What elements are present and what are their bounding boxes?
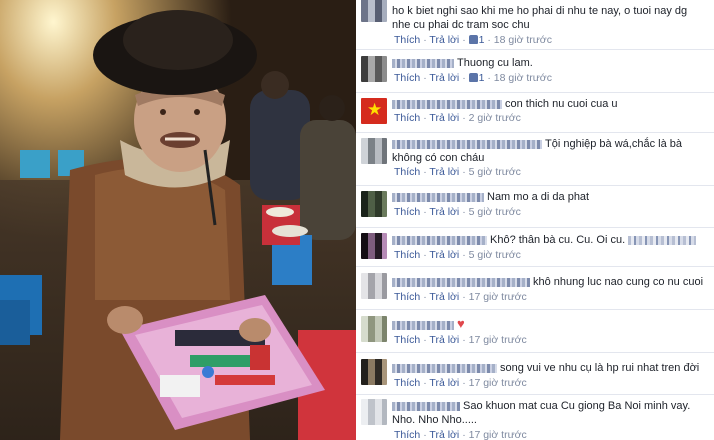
avatar[interactable] [361, 233, 387, 259]
reply-link[interactable]: Trả lời [429, 112, 459, 124]
comment-meta: Thích · Trả lời · 17 giờ trước [394, 429, 527, 440]
comment-meta: Thích · Trả lời · 5 giờ trước [394, 206, 521, 218]
comment-item: ★ con thich nu cuoi cua u Thích · Trả lờ… [356, 93, 714, 133]
user-name[interactable] [392, 277, 530, 287]
comment-time[interactable]: 17 giờ trước [469, 334, 527, 346]
user-name[interactable] [392, 401, 460, 411]
thumbs-up-icon [468, 73, 478, 82]
comment-time[interactable]: 17 giờ trước [469, 291, 527, 303]
reply-link[interactable]: Trả lời [429, 334, 459, 346]
like-link[interactable]: Thích [394, 249, 420, 261]
avatar-flag[interactable]: ★ [361, 98, 387, 124]
comment-text: con thich nu cuoi cua u [505, 98, 618, 110]
heart-icon: ♥ [457, 316, 465, 331]
comment-text: song vui ve nhu cụ là hp rui nhat tren đ… [500, 362, 700, 374]
avatar[interactable] [361, 273, 387, 299]
comment-meta: Thích · Trả lời · 5 giờ trước [394, 249, 521, 261]
comment-meta: Thích · Trả lời · 1 · 18 giờ trước [394, 72, 552, 84]
comment-text: Khô? thân bà cu. Cu. Oi cu. [490, 234, 626, 246]
comment-item: Tội nghiệp bà wá,chắc là bà không có con… [356, 133, 714, 186]
comment-meta: Thích · Trả lời · 1 · 18 giờ trước [394, 34, 552, 46]
user-name[interactable] [392, 235, 487, 245]
comment-meta: Thích · Trả lời · 17 giờ trước [394, 377, 527, 389]
like-link[interactable]: Thích [394, 34, 420, 46]
user-name[interactable] [392, 363, 497, 373]
like-link[interactable]: Thích [394, 166, 420, 178]
user-name[interactable] [392, 320, 454, 330]
like-link[interactable]: Thích [394, 334, 420, 346]
comment-meta: Thích · Trả lời · 5 giờ trước [394, 166, 521, 178]
user-name[interactable] [392, 192, 484, 202]
star-icon: ★ [367, 100, 383, 119]
reply-link[interactable]: Trả lời [429, 166, 459, 178]
avatar[interactable] [361, 191, 387, 217]
street-photo [0, 0, 356, 440]
like-link[interactable]: Thích [394, 72, 420, 84]
reply-link[interactable]: Trả lời [429, 206, 459, 218]
avatar[interactable] [361, 56, 387, 82]
comment-item: Nam mo a di da phat Thích · Trả lời · 5 … [356, 186, 714, 228]
user-name[interactable] [392, 99, 502, 109]
blurred-text [628, 235, 697, 245]
like-count[interactable]: 1 [468, 34, 484, 46]
comment-time[interactable]: 17 giờ trước [469, 377, 527, 389]
comment-time[interactable]: 18 giờ trước [494, 34, 552, 46]
reply-link[interactable]: Trả lời [429, 377, 459, 389]
comment-meta: Thích · Trả lời · 17 giờ trước [394, 291, 527, 303]
comment-time[interactable]: 5 giờ trước [469, 206, 521, 218]
comment-time[interactable]: 17 giờ trước [469, 429, 527, 440]
avatar[interactable] [361, 138, 387, 164]
reply-link[interactable]: Trả lời [429, 249, 459, 261]
comment-time[interactable]: 18 giờ trước [494, 72, 552, 84]
avatar[interactable] [361, 399, 387, 425]
comment-meta: Thích · Trả lời · 17 giờ trước [394, 334, 527, 346]
like-link[interactable]: Thích [394, 377, 420, 389]
thumbs-up-icon [468, 35, 478, 44]
comment-text: Nam mo a di da phat [487, 191, 590, 203]
comment-time[interactable]: 5 giờ trước [469, 166, 521, 178]
comment-text: khô nhung luc nao cung co nu cuoi [533, 276, 704, 288]
comment-text: Thuong cu lam. [457, 57, 533, 69]
comment-item: Khô? thân bà cu. Cu. Oi cu. Thích · Trả … [356, 228, 714, 267]
avatar[interactable] [361, 0, 387, 22]
comment-time[interactable]: 2 giờ trước [469, 112, 521, 124]
comment-time[interactable]: 5 giờ trước [469, 249, 521, 261]
reply-link[interactable]: Trả lời [429, 291, 459, 303]
like-count[interactable]: 1 [468, 72, 484, 84]
comments-panel: ho k biet nghi sao khi me ho phai di nhu… [356, 0, 714, 440]
user-name[interactable] [392, 58, 454, 68]
reply-link[interactable]: Trả lời [429, 34, 459, 46]
comment-item: song vui ve nhu cụ là hp rui nhat tren đ… [356, 353, 714, 395]
reply-link[interactable]: Trả lời [429, 72, 459, 84]
like-link[interactable]: Thích [394, 112, 420, 124]
comment-item: ♥ Thích · Trả lời · 17 giờ trước [356, 310, 714, 353]
avatar[interactable] [361, 359, 387, 385]
comment-text: ho k biet nghi sao khi me ho phai di nhu… [392, 5, 688, 31]
reply-link[interactable]: Trả lời [429, 429, 459, 440]
comment-item: ho k biet nghi sao khi me ho phai di nhu… [356, 0, 714, 50]
comment-item: khô nhung luc nao cung co nu cuoi Thích … [356, 267, 714, 310]
avatar[interactable] [361, 316, 387, 342]
comment-meta: Thích · Trả lời · 2 giờ trước [394, 112, 521, 124]
like-link[interactable]: Thích [394, 206, 420, 218]
comment-item: Sao khuon mat cua Cu giong Ba Noi minh v… [356, 395, 714, 440]
like-link[interactable]: Thích [394, 291, 420, 303]
like-link[interactable]: Thích [394, 429, 420, 440]
user-name[interactable] [392, 139, 542, 149]
comment-item: Thuong cu lam. Thích · Trả lời · 1 · 18 … [356, 50, 714, 93]
